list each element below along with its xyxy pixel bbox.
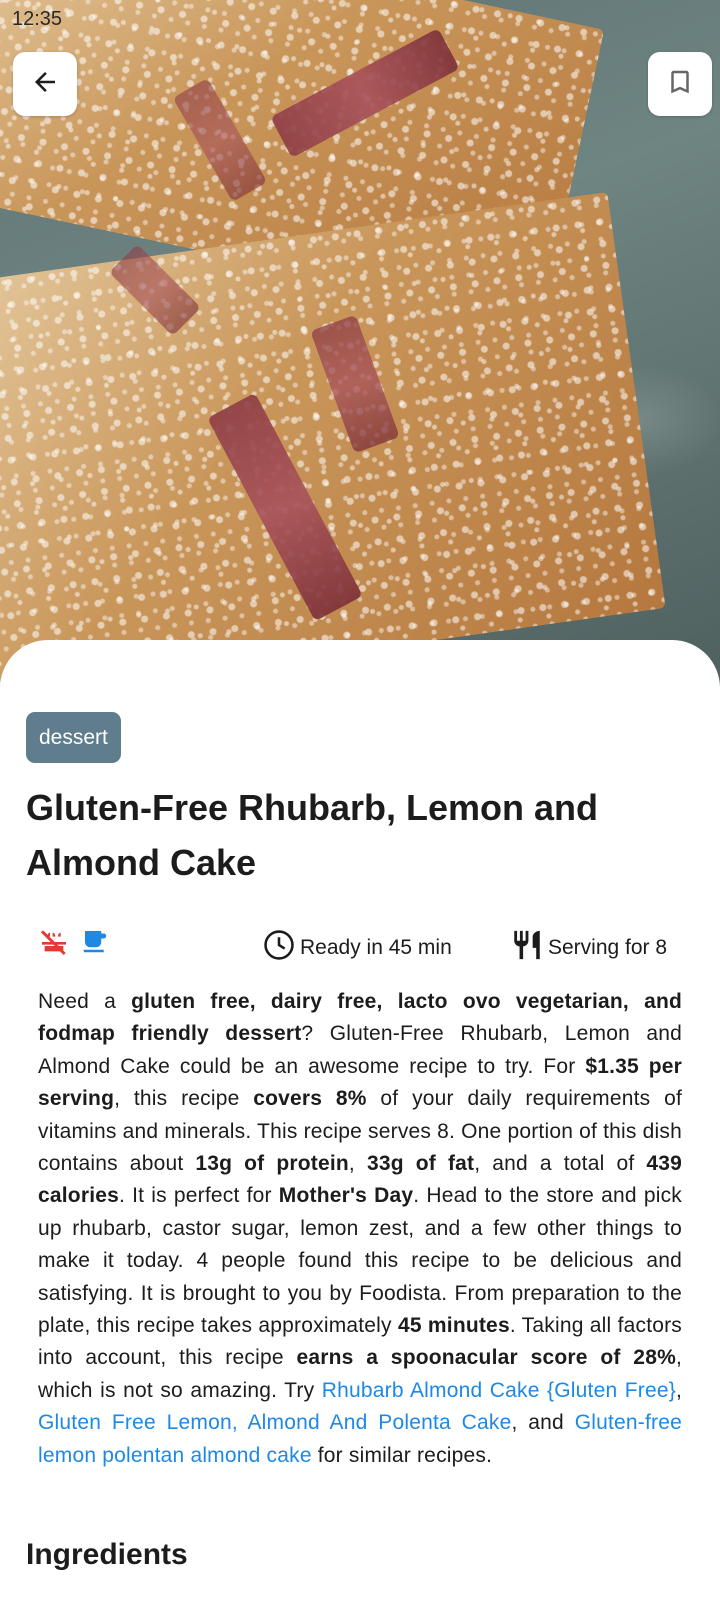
recipe-title: Gluten-Free Rhubarb, Lemon and Almond Ca… — [26, 787, 599, 883]
recipe-hero-image — [0, 0, 720, 700]
bookmark-button[interactable] — [648, 52, 712, 116]
dairy-free-icon — [38, 926, 70, 963]
recipe-meta-row: Ready in 45 min Serving for 8 — [38, 926, 682, 966]
fork-knife-icon — [510, 928, 544, 968]
coffee-cup-icon — [80, 926, 110, 963]
recipe-summary: Need a gluten free, dairy free, lacto ov… — [38, 990, 683, 1467]
status-time: 12:35 — [12, 8, 63, 30]
cake-slice-bottom — [0, 191, 666, 700]
arrow-left-icon — [30, 67, 60, 102]
similar-recipe-link[interactable]: Gluten Free Lemon, Almond And Polenta Ca… — [38, 1411, 511, 1434]
ready-time-label: Ready in 45 min — [300, 936, 452, 959]
ready-time: Ready in 45 min — [262, 928, 452, 968]
diet-icons — [38, 926, 110, 963]
similar-recipe-link[interactable]: Rhubarb Almond Cake {Gluten Free} — [322, 1379, 676, 1402]
dish-type-chip[interactable]: dessert — [26, 712, 121, 763]
ingredients-heading: Ingredients — [26, 1538, 188, 1571]
recipe-details-sheet: dessert Gluten-Free Rhubarb, Lemon and A… — [0, 640, 720, 1600]
servings-label: Serving for 8 — [548, 936, 668, 959]
bookmark-icon — [665, 67, 695, 102]
back-button[interactable] — [13, 52, 77, 116]
clock-icon — [262, 928, 296, 968]
servings: Serving for 8 — [510, 928, 667, 968]
